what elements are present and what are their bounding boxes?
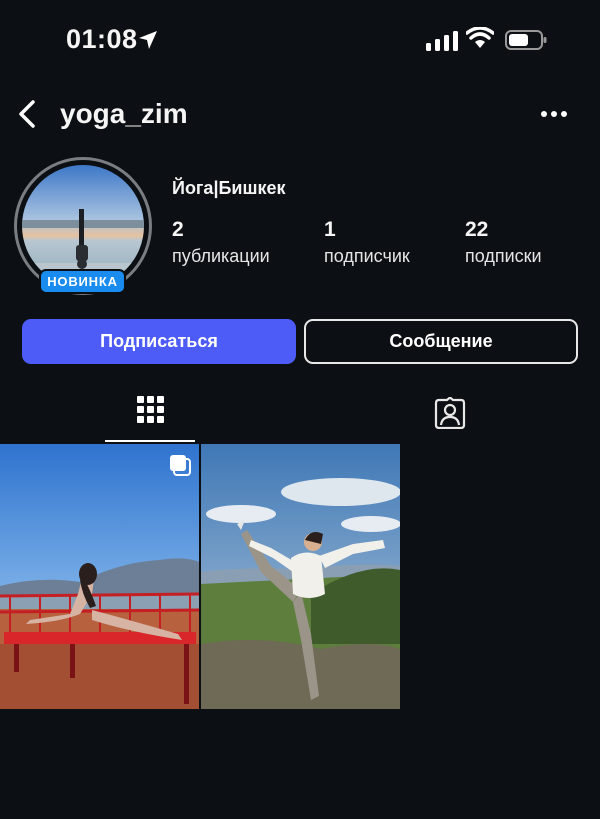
post-thumbnail[interactable] bbox=[0, 444, 199, 709]
follow-button[interactable]: Подписаться bbox=[22, 319, 296, 364]
stat-value: 22 bbox=[465, 218, 489, 241]
location-arrow-icon bbox=[139, 31, 157, 49]
post-photo bbox=[201, 444, 400, 709]
profile-username: yoga_zim bbox=[60, 98, 188, 129]
active-tab-indicator bbox=[105, 440, 195, 442]
carousel-icon bbox=[170, 455, 191, 476]
more-dots-icon[interactable] bbox=[540, 110, 568, 118]
new-badge: НОВИНКА bbox=[39, 269, 126, 294]
status-time: 01:08 bbox=[66, 24, 138, 54]
stat-posts[interactable]: 2 публикации bbox=[172, 218, 270, 267]
back-chevron-icon[interactable] bbox=[16, 99, 38, 129]
stat-value: 2 bbox=[172, 218, 184, 241]
post-thumbnail[interactable] bbox=[201, 444, 400, 709]
stat-label: подписчик bbox=[324, 246, 410, 266]
cellular-signal-icon bbox=[426, 31, 458, 51]
battery-icon bbox=[505, 30, 547, 50]
stat-label: подписки bbox=[465, 246, 542, 266]
message-button[interactable]: Сообщение bbox=[304, 319, 578, 364]
wifi-icon bbox=[466, 27, 494, 48]
stat-following[interactable]: 22 подписки bbox=[465, 218, 542, 267]
tagged-person-icon bbox=[434, 397, 466, 429]
tab-posts-grid[interactable] bbox=[105, 390, 195, 442]
stat-label: публикации bbox=[172, 246, 270, 266]
post-photo bbox=[0, 444, 199, 709]
stat-value: 1 bbox=[324, 218, 336, 241]
stat-followers[interactable]: 1 подписчик bbox=[324, 218, 410, 267]
grid-icon bbox=[137, 396, 164, 423]
profile-display-name: Йога|Бишкек bbox=[172, 178, 286, 198]
tab-tagged[interactable] bbox=[405, 390, 495, 442]
status-bar: 01:08 bbox=[0, 0, 600, 80]
profile-header: yoga_zim bbox=[0, 90, 600, 140]
